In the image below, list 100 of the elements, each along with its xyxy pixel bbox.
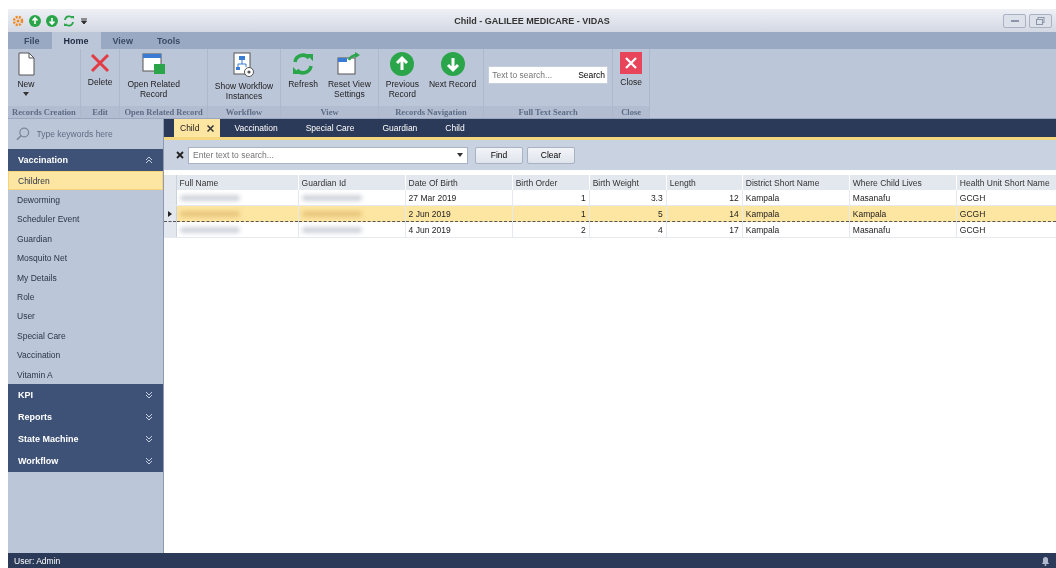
group-label: Records Navigation <box>378 106 484 118</box>
column-header[interactable]: District Short Name <box>742 175 850 190</box>
table-cell: GCGH <box>956 221 1056 238</box>
table-cell: 27 Mar 2019 <box>405 190 513 206</box>
column-header[interactable]: Birth Weight <box>589 175 667 190</box>
ribbon-button[interactable]: Previous Record <box>382 52 422 99</box>
sidebar-item[interactable]: Scheduler Event <box>8 209 163 230</box>
sidebar-item[interactable]: Vaccination <box>8 345 163 365</box>
column-header[interactable]: Length <box>666 175 743 190</box>
search-input[interactable]: Type keywords here <box>34 128 155 140</box>
bell-icon[interactable] <box>1041 555 1050 566</box>
refresh-icon[interactable] <box>63 14 75 27</box>
minimize-icon <box>1010 19 1019 22</box>
ribbon-button[interactable]: Refresh <box>285 52 321 89</box>
expand-icon <box>145 413 153 422</box>
sidebar-item[interactable]: Deworming <box>8 190 163 210</box>
ribbon-button[interactable]: New <box>12 52 40 96</box>
column-header[interactable]: Date Of Birth <box>405 175 513 190</box>
ribbon-button[interactable]: Close <box>617 52 646 87</box>
group-label: View <box>281 106 378 118</box>
group-label: Workflow <box>207 106 281 118</box>
group-header[interactable]: Vaccination <box>8 149 163 171</box>
sidebar-item[interactable]: Vitamin A <box>8 364 163 385</box>
sidebar-item[interactable]: My Details <box>8 267 163 288</box>
search-icon <box>16 127 30 141</box>
expand-icon <box>145 435 153 444</box>
search-field[interactable]: Enter text to search... <box>188 146 468 164</box>
table-cell: Masanafu <box>849 221 957 238</box>
group-label: Edit <box>80 106 120 118</box>
up-arrow-icon[interactable] <box>29 14 41 27</box>
table-cell: 4 Jun 2019 <box>405 221 513 238</box>
menu-tab[interactable]: Tools <box>144 32 193 49</box>
table-cell: 4 <box>589 221 667 238</box>
document-icon <box>15 52 37 76</box>
clear-button[interactable]: Clear <box>527 146 575 164</box>
expand-icon <box>145 391 153 400</box>
column-header[interactable]: Health Unit Short Name <box>956 175 1056 190</box>
column-header[interactable]: Guardian Id <box>298 175 406 190</box>
caret-icon <box>23 92 29 96</box>
workflow-icon <box>232 52 256 78</box>
group-label: Full Text Search <box>484 106 613 118</box>
ribbon-button[interactable]: Show Workflow Instances <box>211 52 277 101</box>
sidebar-item[interactable]: Children <box>8 171 163 191</box>
close-icon[interactable] <box>207 124 215 132</box>
group-label: Close <box>613 106 650 118</box>
ribbon-button[interactable]: Delete <box>84 52 116 87</box>
sidebar-item[interactable]: Guardian <box>8 229 163 249</box>
restore-icon <box>1036 16 1045 25</box>
sidebar-item[interactable]: User <box>8 306 163 327</box>
table-cell: 17 <box>666 221 743 238</box>
column-header[interactable]: Where Child Lives <box>849 175 957 190</box>
window-icon <box>140 52 167 76</box>
table-cell: 2 <box>512 221 590 238</box>
column-header[interactable]: Birth Order <box>512 175 590 190</box>
document-tab[interactable]: Special Care <box>291 119 369 137</box>
refresh-icon <box>291 52 316 76</box>
table-cell: 12 <box>666 190 743 206</box>
minimize-button[interactable] <box>1003 13 1026 28</box>
sidebar-item[interactable]: Role <box>8 287 163 307</box>
sidebar-item[interactable]: Special Care <box>8 326 163 346</box>
down-arrow-icon[interactable] <box>46 14 58 27</box>
sidebar-item[interactable]: Mosquito Net <box>8 248 163 268</box>
document-tab[interactable]: Vaccination <box>220 119 292 137</box>
group-label: Records Creation <box>8 106 80 118</box>
expand-icon <box>145 457 153 466</box>
window-title: Child - GALILEE MEDICARE - VIDAS <box>454 15 610 26</box>
table-cell: GCGH <box>956 190 1056 206</box>
status-text: User: Admin <box>14 555 61 566</box>
close-icon[interactable] <box>176 151 184 159</box>
group-header[interactable]: State Machine <box>8 428 163 451</box>
row-indicator-icon <box>167 210 172 217</box>
group-header[interactable]: Reports <box>8 406 163 429</box>
close-icon <box>620 52 643 74</box>
document-tab[interactable]: Child <box>431 119 479 137</box>
document-tab[interactable]: Child <box>174 119 221 137</box>
collapse-icon <box>145 156 153 164</box>
restore-button[interactable] <box>1029 13 1052 28</box>
delete-icon <box>89 52 112 74</box>
table-cell: Masanafu <box>849 190 957 206</box>
find-button[interactable]: Find <box>475 146 523 164</box>
menu-tab[interactable]: File <box>12 32 52 49</box>
group-header[interactable]: KPI <box>8 384 163 407</box>
menu-tab[interactable]: Home <box>51 32 101 49</box>
menu-tab[interactable]: View <box>100 32 145 49</box>
search-field[interactable]: Text to search... Search <box>488 66 609 84</box>
ribbon-button[interactable]: Next Record <box>425 52 480 89</box>
table-cell: Kampala <box>742 221 850 238</box>
gear-icon[interactable] <box>12 14 24 27</box>
table-cell: 1 <box>512 190 590 206</box>
column-header[interactable]: Full Name <box>176 175 299 190</box>
ribbon-button[interactable]: Reset View Settings <box>325 52 374 99</box>
group-label: Open Related Record <box>120 106 207 118</box>
table-cell: 3.3 <box>589 190 667 206</box>
dropdown-icon[interactable] <box>80 16 88 25</box>
table-cell: Kampala <box>742 190 850 206</box>
document-tab[interactable]: Guardian <box>368 119 432 137</box>
ribbon-button[interactable]: Open Related Record <box>124 52 183 99</box>
group-header[interactable]: Workflow <box>8 450 163 473</box>
dropdown-icon[interactable] <box>457 153 463 157</box>
search-button[interactable]: Search <box>575 70 609 80</box>
